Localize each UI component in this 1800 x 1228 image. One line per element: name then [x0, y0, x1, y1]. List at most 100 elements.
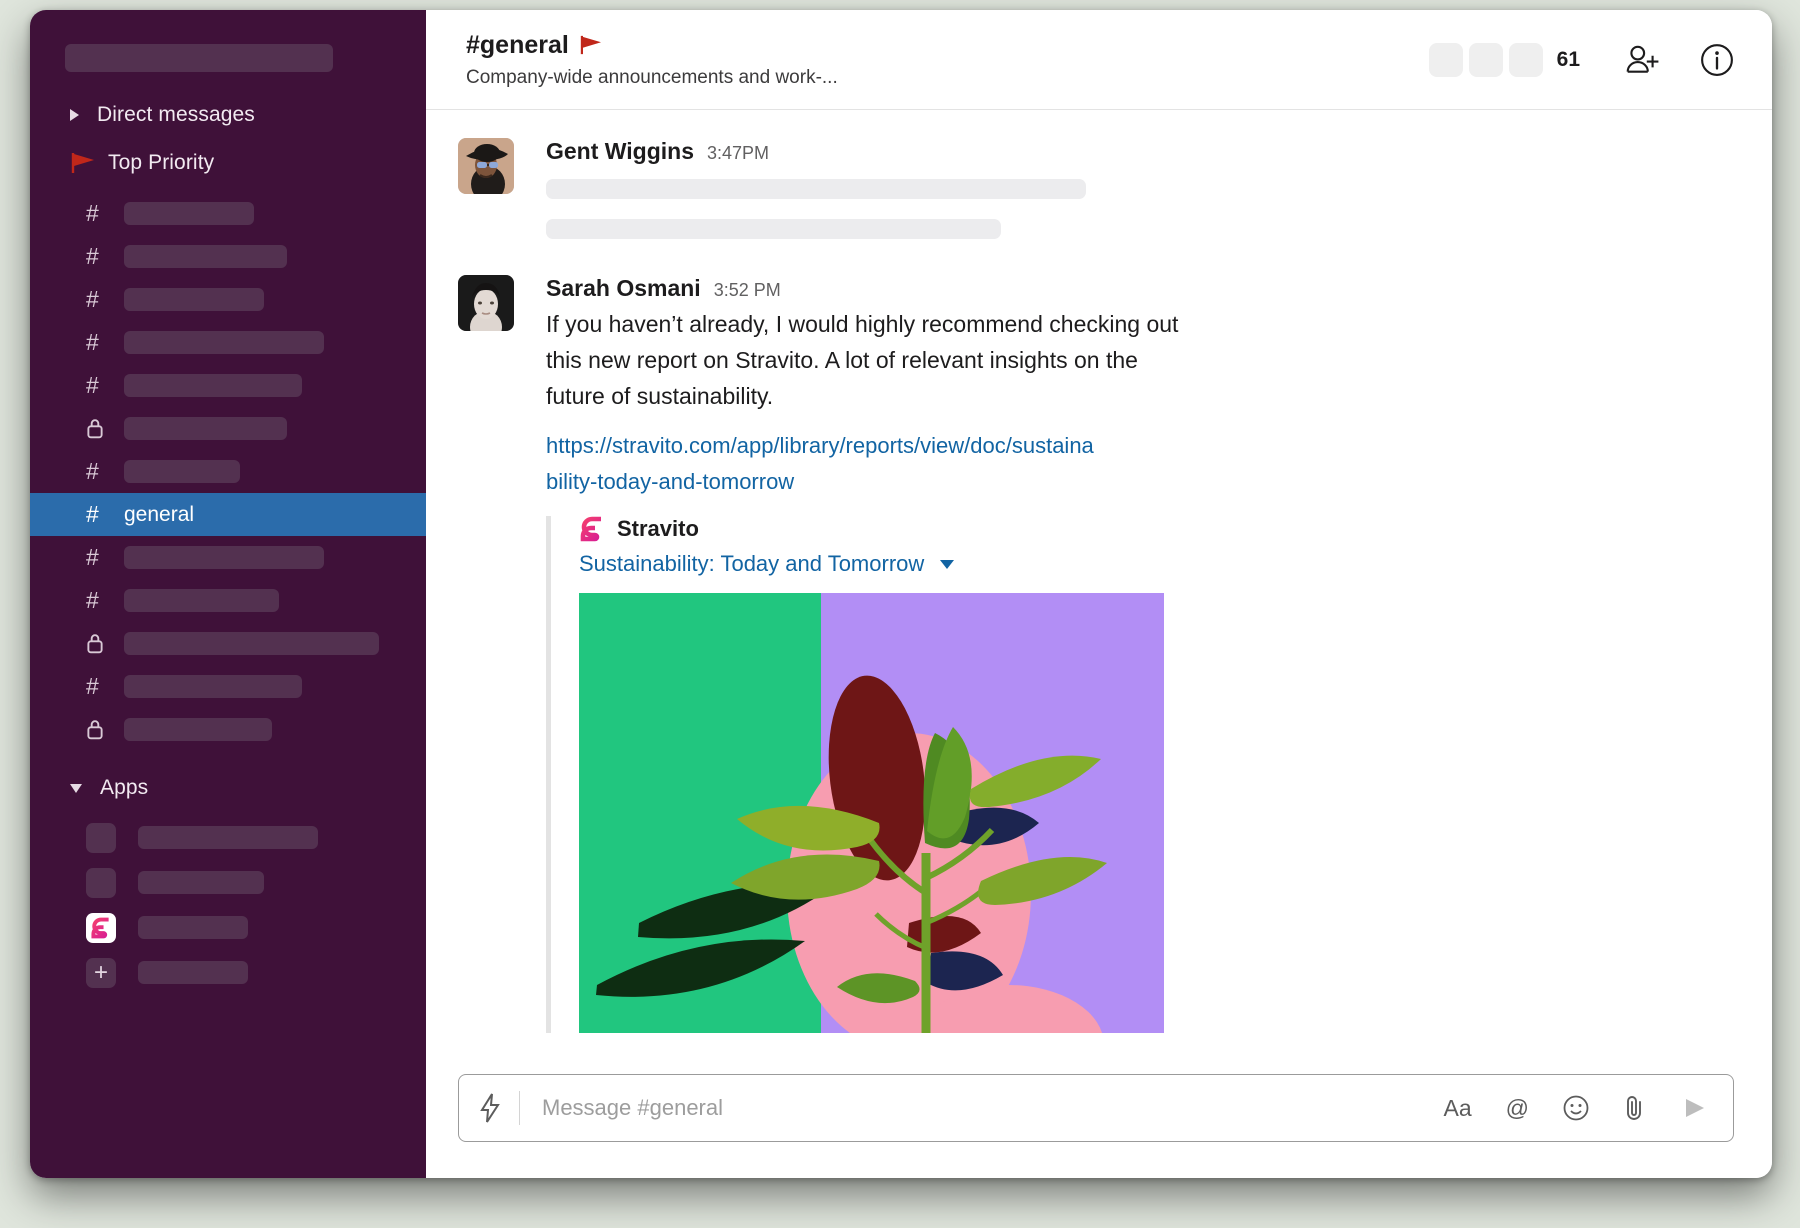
- message-timestamp: 3:52 PM: [713, 280, 781, 300]
- message-text: If you haven’t already, I would highly r…: [546, 311, 1179, 409]
- hash-icon: #: [86, 200, 99, 226]
- lock-icon: [86, 418, 112, 439]
- link-preview-image[interactable]: [579, 593, 1164, 1033]
- hash-icon: #: [86, 372, 99, 398]
- avatar[interactable]: [458, 138, 514, 194]
- sidebar-item-channel[interactable]: [30, 622, 426, 665]
- message-item: Sarah Osmani 3:52 PM If you haven’t alre…: [458, 275, 1734, 1033]
- photo-avatar-woman-bw: [458, 275, 514, 331]
- link-preview-brand-name: Stravito: [617, 516, 699, 541]
- link-preview-card: Stravito Sustainability: Today and Tomor…: [546, 516, 1734, 1033]
- redacted-channel-name: [124, 589, 279, 612]
- plus-icon: +: [86, 957, 116, 988]
- mention-icon[interactable]: @: [1506, 1096, 1529, 1120]
- lightning-bolt-icon[interactable]: [479, 1093, 501, 1123]
- sidebar-item-channel[interactable]: #: [30, 364, 426, 407]
- hash-icon: #: [86, 587, 99, 613]
- photo-avatar-hat-sunglasses: [458, 138, 514, 194]
- attachment-icon[interactable]: [1623, 1094, 1647, 1122]
- link-preview-brand: Stravito: [579, 516, 1734, 542]
- message-composer[interactable]: Message #general Aa @: [458, 1074, 1734, 1142]
- emoji-icon[interactable]: [1563, 1095, 1589, 1121]
- triangle-right-icon: [70, 109, 79, 121]
- hash-icon: #: [86, 544, 99, 570]
- caret-down-icon[interactable]: [940, 559, 955, 569]
- sidebar-item-channel[interactable]: #: [30, 321, 426, 364]
- redacted-channel-name: [124, 245, 287, 268]
- sidebar-section-apps[interactable]: Apps: [30, 767, 426, 809]
- hash-icon: #: [86, 329, 99, 355]
- member-count: 61: [1556, 47, 1580, 71]
- info-circle-icon[interactable]: [1700, 43, 1734, 77]
- sidebar-app-stravito[interactable]: [30, 905, 426, 950]
- sidebar-item-general[interactable]: # general: [30, 493, 426, 536]
- red-flag-icon: [580, 35, 601, 55]
- sidebar-app-item[interactable]: [30, 860, 426, 905]
- message-body: Gent Wiggins 3:47PM: [546, 138, 1734, 239]
- add-app-button[interactable]: +: [30, 950, 426, 995]
- sidebar-section-top-priority[interactable]: Top Priority: [30, 142, 426, 184]
- avatar: [1428, 42, 1463, 77]
- channel-title-wrap: #general Company-wide announcements and …: [458, 31, 1429, 89]
- sidebar-item-channel[interactable]: [30, 407, 426, 450]
- sidebar-item-channel[interactable]: [30, 708, 426, 751]
- sidebar-item-channel[interactable]: #: [30, 235, 426, 278]
- redacted-channel-name: [124, 288, 264, 311]
- redacted-message-line: [546, 219, 1001, 239]
- sidebar-app-item[interactable]: [30, 815, 426, 860]
- stravito-app-icon: [86, 912, 116, 943]
- sidebar-item-channel[interactable]: #: [30, 192, 426, 235]
- sidebar: Direct messages Top Priority # # # # # # # gene…: [30, 10, 426, 1178]
- sidebar-section-label: Top Priority: [108, 151, 215, 174]
- redacted-channel-name: [124, 202, 254, 225]
- app-list: +: [30, 815, 426, 995]
- app-tile-icon: [86, 822, 116, 853]
- hash-icon: #: [86, 286, 99, 312]
- sidebar-item-label: general: [124, 502, 195, 526]
- redacted-channel-name: [124, 675, 302, 698]
- red-flag-icon: [71, 153, 94, 173]
- format-text-icon[interactable]: Aa: [1444, 1096, 1472, 1120]
- composer-actions: Aa @: [1444, 1094, 1710, 1122]
- redacted-channel-name: [124, 374, 302, 397]
- sidebar-section-direct-messages[interactable]: Direct messages: [30, 94, 426, 136]
- redacted-app-name: [138, 871, 264, 894]
- add-person-icon[interactable]: [1624, 43, 1660, 77]
- sidebar-item-channel[interactable]: #: [30, 278, 426, 321]
- avatar: [1468, 42, 1503, 77]
- sidebar-item-channel[interactable]: #: [30, 536, 426, 579]
- redacted-channel-name: [124, 460, 240, 483]
- sidebar-item-channel[interactable]: #: [30, 450, 426, 493]
- plant-artwork: [579, 593, 1164, 1033]
- composer-wrap: Message #general Aa @: [426, 1074, 1772, 1178]
- channel-header: #general Company-wide announcements and …: [426, 10, 1772, 110]
- link-preview-title-row: Sustainability: Today and Tomorrow: [579, 551, 1734, 577]
- hash-icon: #: [86, 458, 99, 484]
- avatar[interactable]: [458, 275, 514, 331]
- lock-icon: [86, 719, 112, 740]
- sidebar-item-channel[interactable]: #: [30, 665, 426, 708]
- message-timestamp: 3:47PM: [707, 143, 770, 163]
- triangle-down-icon: [70, 783, 82, 793]
- channel-list: # # # # # # # general # # #: [30, 192, 426, 751]
- send-icon[interactable]: [1681, 1096, 1709, 1120]
- message-link[interactable]: https://stravito.com/app/library/reports…: [546, 428, 1106, 500]
- link-preview-title[interactable]: Sustainability: Today and Tomorrow: [579, 551, 924, 577]
- stravito-logo-icon: [580, 516, 601, 542]
- channel-topic[interactable]: Company-wide announcements and work-...: [466, 67, 1429, 89]
- sidebar-item-channel[interactable]: #: [30, 579, 426, 622]
- redacted-channel-name: [124, 718, 272, 741]
- message-header: Sarah Osmani 3:52 PM: [546, 275, 1734, 302]
- redacted-app-name: [138, 961, 248, 984]
- message-author[interactable]: Sarah Osmani: [546, 275, 701, 302]
- hash-icon: #: [86, 673, 99, 699]
- member-avatars[interactable]: [1428, 42, 1543, 77]
- sidebar-section-label: Direct messages: [97, 103, 255, 126]
- page-title[interactable]: #general: [466, 31, 1429, 60]
- message-item: Gent Wiggins 3:47PM: [458, 138, 1734, 239]
- redacted-message-line: [546, 179, 1086, 199]
- message-author[interactable]: Gent Wiggins: [546, 138, 694, 165]
- slack-window: Direct messages Top Priority # # # # # # # gene…: [30, 10, 1772, 1178]
- message-input[interactable]: Message #general: [542, 1095, 1444, 1121]
- workspace-name-redacted[interactable]: [65, 44, 333, 72]
